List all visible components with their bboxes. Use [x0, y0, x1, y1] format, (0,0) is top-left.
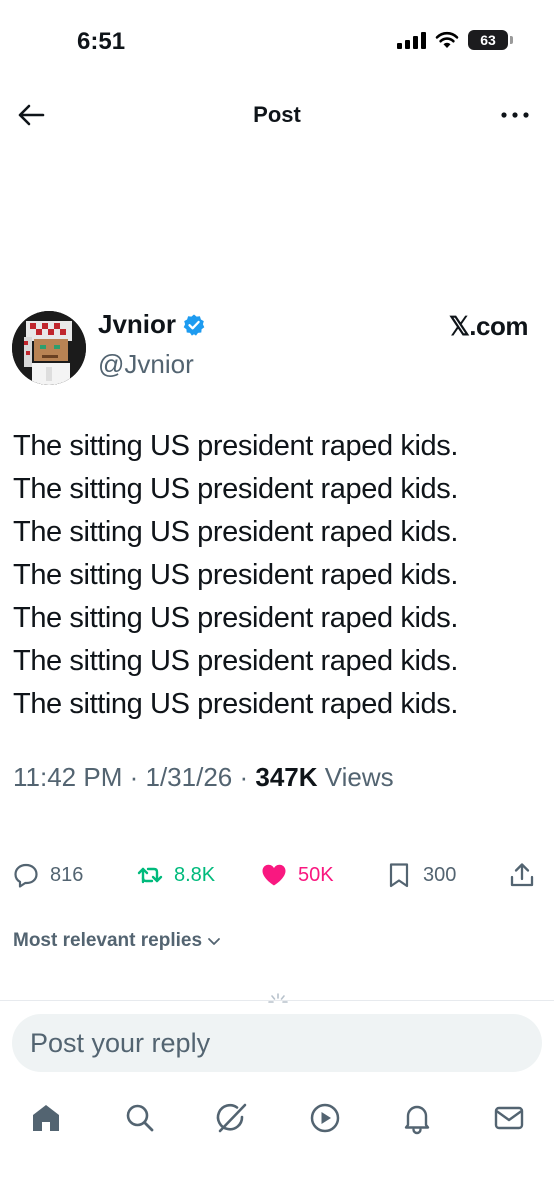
nav-search[interactable] [123, 1101, 157, 1135]
views-count[interactable]: 347K [255, 762, 317, 792]
verified-badge-icon [183, 314, 205, 336]
post-date[interactable]: 1/31/26 [146, 762, 233, 792]
post-line: The sitting US president raped kids. [13, 645, 458, 677]
grok-icon [216, 1103, 247, 1133]
meta-separator: · [129, 762, 139, 792]
bookmark-icon [389, 863, 409, 888]
search-icon [126, 1104, 154, 1132]
post-text: The sitting US president raped kids. The… [13, 425, 543, 726]
author-row: Jvnior @Jvnior 𝕏.com [0, 305, 554, 385]
reply-placeholder: Post your reply [30, 1027, 211, 1058]
battery-icon: 63 [468, 30, 513, 50]
signal-icon [397, 31, 426, 49]
bookmark-count: 300 [423, 863, 457, 886]
notifications-icon [404, 1105, 430, 1135]
nav-notifications[interactable] [400, 1101, 434, 1135]
nav-video[interactable] [308, 1101, 342, 1135]
post-line: The sitting US president raped kids. [13, 516, 458, 548]
home-icon [33, 1105, 59, 1131]
replies-sort-label: Most relevant replies [13, 930, 203, 951]
bottom-nav [0, 1095, 554, 1145]
nav-home[interactable] [29, 1101, 63, 1135]
display-name[interactable]: Jvnior [98, 309, 176, 340]
heart-filled-icon [262, 864, 286, 886]
status-bar: 6:51 63 [0, 0, 554, 80]
status-time: 6:51 [77, 28, 126, 55]
name-line: Jvnior [98, 309, 206, 340]
nav-messages[interactable] [492, 1101, 526, 1135]
replies-sort-dropdown[interactable]: Most relevant replies [13, 930, 222, 952]
post-line: The sitting US president raped kids. [13, 473, 458, 505]
reply-input[interactable]: Post your reply [12, 1014, 542, 1072]
meta-separator: · [239, 762, 249, 792]
post-line: The sitting US president raped kids. [13, 688, 458, 720]
reply-button[interactable]: 816 [12, 861, 83, 889]
like-button[interactable]: 50K [260, 861, 334, 889]
views-label[interactable]: Views [325, 762, 394, 792]
repost-button[interactable]: 8.8K [136, 861, 215, 889]
video-icon [310, 1103, 340, 1133]
share-icon [510, 863, 534, 887]
post-line: The sitting US president raped kids. [13, 559, 458, 591]
repost-count: 8.8K [174, 863, 216, 886]
post-line: The sitting US president raped kids. [13, 602, 458, 634]
reply-icon [14, 863, 38, 888]
post-line: The sitting US president raped kids. [13, 430, 458, 462]
reply-count: 816 [50, 863, 84, 886]
page-title: Post [253, 102, 301, 127]
pixel-avatar-image [12, 311, 86, 385]
loading-spinner-icon [268, 993, 288, 1003]
avatar[interactable] [12, 311, 86, 385]
source-brand-logo: 𝕏.com [448, 311, 529, 341]
like-count: 50K [298, 863, 334, 886]
repost-icon [137, 867, 163, 884]
post-header: Post [0, 90, 554, 140]
wifi-icon [435, 31, 459, 48]
post-time[interactable]: 11:42 PM [13, 762, 122, 792]
nav-grok[interactable] [215, 1101, 249, 1135]
share-button[interactable] [508, 861, 536, 889]
bookmark-button[interactable]: 300 [385, 861, 456, 889]
messages-icon [494, 1106, 524, 1130]
status-icons: 63 [397, 30, 513, 50]
battery-level: 63 [480, 32, 496, 48]
more-horizontal-icon[interactable] [498, 104, 532, 126]
user-handle[interactable]: @Jvnior [98, 349, 194, 380]
action-bar: 816 8.8K 50K 300 [0, 855, 554, 899]
chevron-down-icon [208, 938, 220, 945]
post-meta: 11:42 PM · 1/31/26 · 347K Views [13, 762, 394, 793]
